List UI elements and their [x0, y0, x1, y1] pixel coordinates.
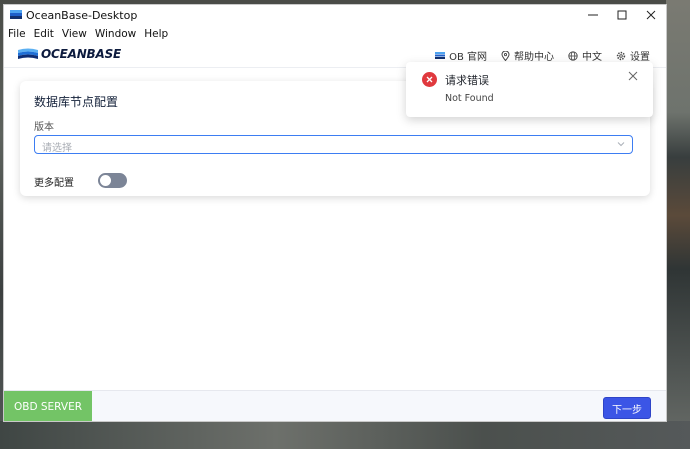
close-icon [646, 10, 656, 20]
help-center-link[interactable]: 帮助中心 [501, 48, 554, 63]
minimize-button[interactable] [578, 5, 608, 25]
app-icon [10, 10, 22, 19]
more-config-toggle[interactable] [98, 173, 127, 188]
menu-help[interactable]: Help [140, 25, 172, 43]
version-select[interactable]: 请选择 [34, 135, 633, 154]
error-icon [422, 72, 437, 87]
oceanbase-logo-icon [18, 48, 38, 59]
gear-icon [616, 51, 626, 60]
window-title: OceanBase-Desktop [26, 9, 138, 22]
title-bar: OceanBase-Desktop [4, 5, 666, 25]
language-label: 中文 [582, 52, 602, 63]
obd-server-badge: OBD SERVER [4, 391, 92, 421]
next-step-button[interactable]: 下一步 [603, 397, 651, 419]
maximize-icon [617, 10, 627, 20]
close-notification-icon[interactable] [627, 70, 639, 82]
version-select-placeholder: 请选择 [42, 143, 72, 154]
app-window: OceanBase-Desktop File Edit View Window … [4, 5, 666, 421]
oceanbase-logo[interactable]: OCEANBASE [18, 47, 121, 61]
menu-file[interactable]: File [4, 25, 30, 43]
error-notification: 请求错误 Not Found [406, 62, 653, 117]
minimize-icon [588, 14, 598, 16]
header-links: OB 官网 帮助中心 中文 设置 [435, 48, 650, 63]
more-config-label: 更多配置 [34, 178, 74, 189]
desktop-background-bottom [0, 421, 690, 449]
settings-link[interactable]: 设置 [616, 48, 650, 63]
globe-icon [568, 50, 578, 61]
chevron-down-icon [617, 142, 625, 147]
toggle-knob [100, 175, 111, 186]
menu-view[interactable]: View [58, 25, 91, 43]
menu-bar: File Edit View Window Help [4, 25, 666, 43]
settings-label: 设置 [630, 52, 650, 63]
ob-site-label: OB 官网 [449, 52, 487, 63]
desktop-background [666, 0, 690, 449]
error-x-icon [426, 76, 433, 83]
maximize-button[interactable] [607, 5, 637, 25]
version-label: 版本 [34, 122, 54, 133]
error-message: Not Found [445, 93, 494, 104]
footer-bar: OBD SERVER 下一步 [4, 390, 666, 421]
location-pin-icon [501, 50, 510, 61]
help-center-label: 帮助中心 [514, 52, 554, 63]
close-window-button[interactable] [636, 5, 666, 25]
menu-window[interactable]: Window [91, 25, 140, 43]
ob-logo-icon [435, 52, 446, 59]
menu-edit[interactable]: Edit [30, 25, 58, 43]
logo-text: OCEANBASE [41, 47, 122, 61]
language-switch[interactable]: 中文 [568, 48, 602, 63]
error-title: 请求错误 [445, 74, 489, 87]
card-title: 数据库节点配置 [34, 95, 119, 109]
ob-site-link[interactable]: OB 官网 [435, 48, 487, 63]
